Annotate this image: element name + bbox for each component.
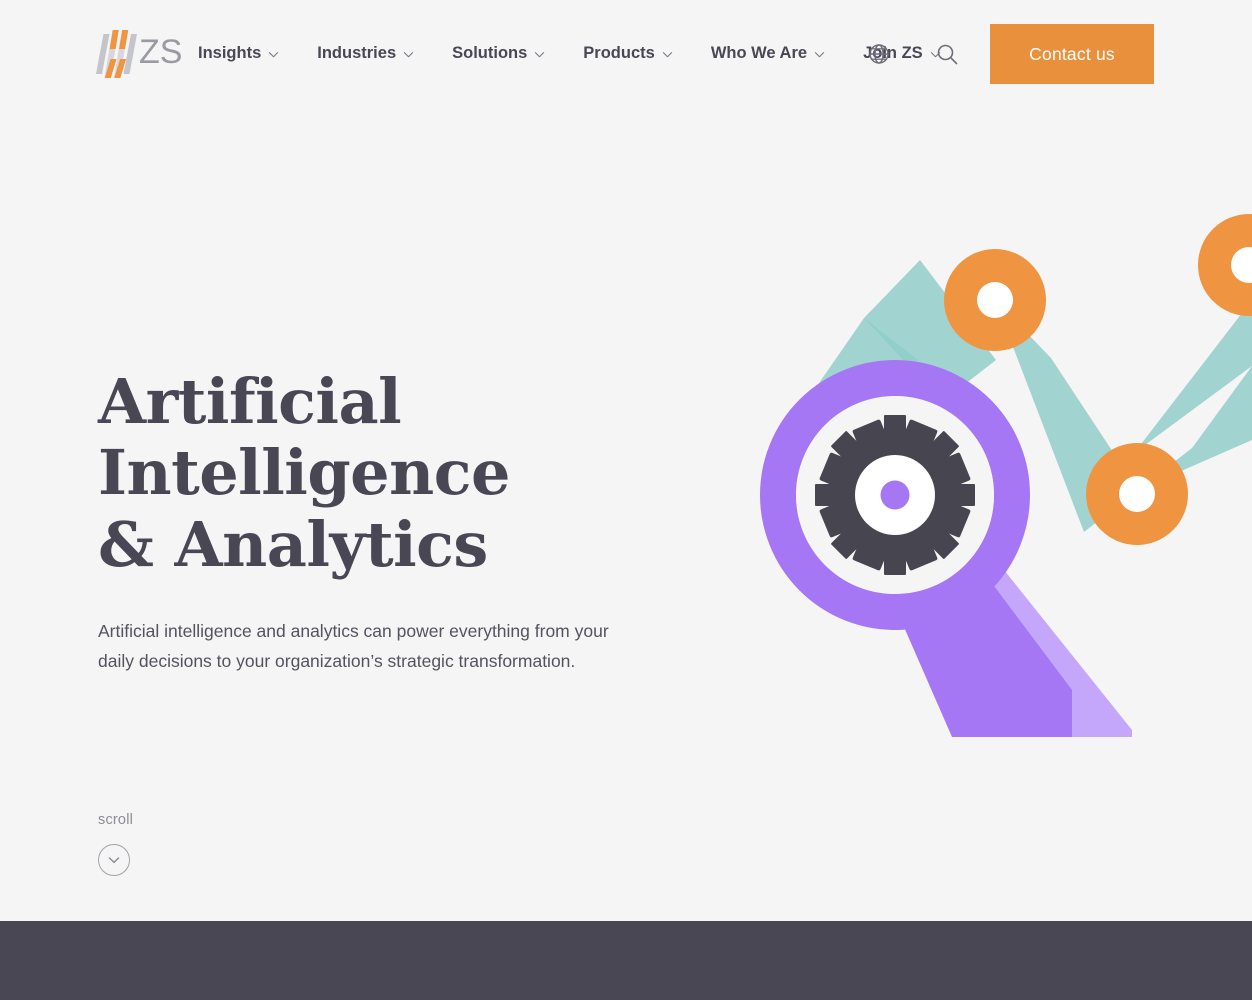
chevron-down-icon <box>814 49 825 60</box>
chevron-down-circle-icon[interactable] <box>98 844 130 876</box>
page-title-line-2: & Analytics <box>98 507 488 581</box>
hero-section: Artificial Intelligence & Analytics Arti… <box>98 366 658 676</box>
language-selector-button[interactable] <box>866 42 892 68</box>
hero-subtitle: Artificial intelligence and analytics ca… <box>98 620 609 671</box>
chevron-down-icon <box>534 49 545 60</box>
nav-item-label: Products <box>583 44 655 62</box>
footer-band <box>0 921 1252 1000</box>
zs-logo-bars-icon <box>96 28 138 80</box>
scroll-indicator[interactable]: scroll <box>98 812 158 876</box>
chevron-down-icon <box>403 49 414 60</box>
nav-item-label: Industries <box>317 44 397 62</box>
chevron-down-icon <box>662 49 673 60</box>
nav-item-label: Insights <box>198 44 262 62</box>
logo-link[interactable]: ZS <box>96 26 182 82</box>
nav-item-solutions[interactable]: Solutions <box>452 40 545 67</box>
logo-wordmark: ZS <box>139 33 183 71</box>
nav-item-label: Solutions <box>452 44 528 62</box>
contact-us-button[interactable]: Contact us <box>990 24 1154 84</box>
globe-icon <box>867 42 891 69</box>
page-title-line-1: Artificial Intelligence <box>98 365 510 510</box>
chevron-down-icon <box>268 49 279 60</box>
scroll-label: scroll <box>98 812 134 828</box>
page-title: Artificial Intelligence & Analytics <box>98 366 658 580</box>
search-icon <box>935 42 960 70</box>
search-button[interactable] <box>934 43 960 69</box>
site-header: ZS Insights Industries Solutions Product… <box>0 0 1252 108</box>
nav-item-insights[interactable]: Insights <box>198 40 279 67</box>
nav-item-label: Who We Are <box>710 44 808 62</box>
nav-item-who-we-are[interactable]: Who We Are <box>711 40 825 67</box>
hero-illustration <box>746 190 1252 750</box>
nav-item-products[interactable]: Products <box>583 40 673 67</box>
primary-navigation: Insights Industries Solutions Products W <box>198 40 979 67</box>
nav-item-industries[interactable]: Industries <box>317 40 414 67</box>
